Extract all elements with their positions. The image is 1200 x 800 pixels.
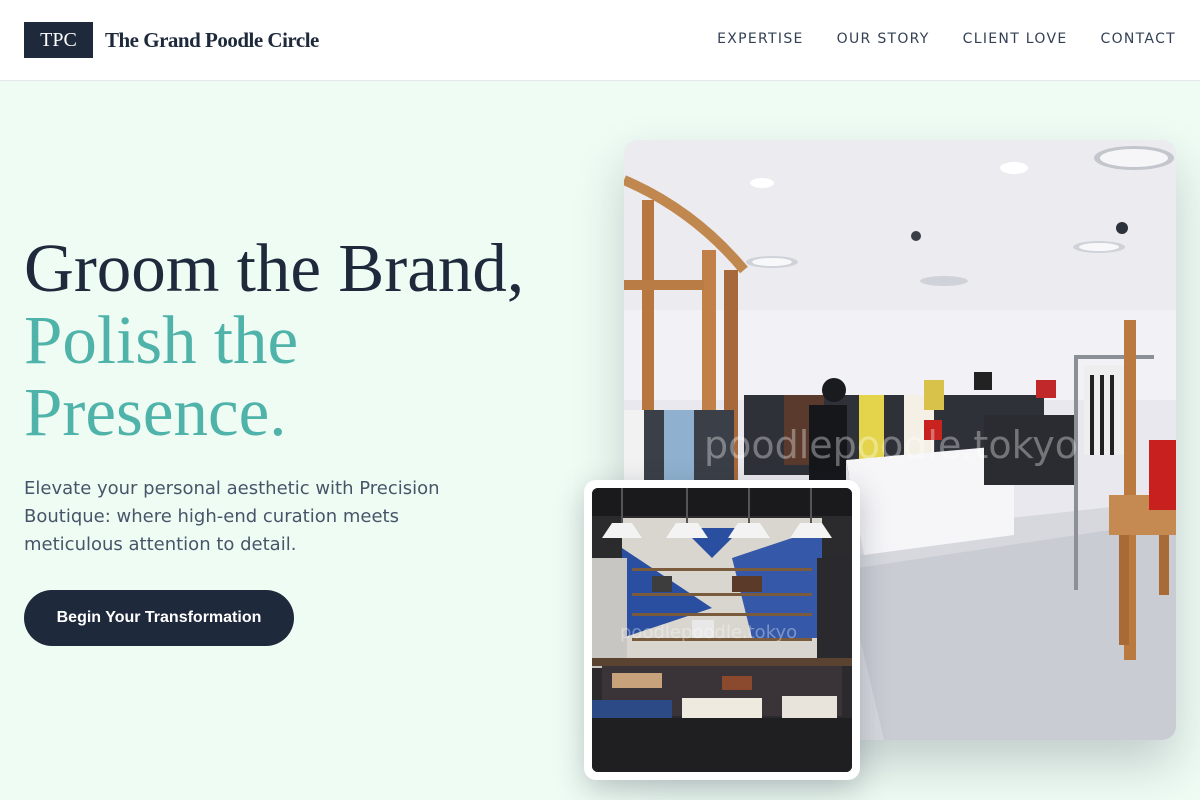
main-photo-watermark: poodlepoodle.tokyo <box>704 423 1078 467</box>
shelf-display-photo-frame: poodlepoodle.tokyo <box>584 480 860 780</box>
shelf-display-photo: poodlepoodle.tokyo <box>592 488 852 772</box>
hero-subtext: Elevate your personal aesthetic with Pre… <box>24 478 440 555</box>
nav-link-our-story[interactable]: OUR STORY <box>837 31 930 47</box>
headline-line-1: Groom the Brand, <box>24 230 525 306</box>
logo-badge[interactable]: TPC <box>24 22 93 58</box>
main-nav: EXPERTISE OUR STORY CLIENT LOVE CONTACT <box>717 31 1176 47</box>
nav-link-contact[interactable]: CONTACT <box>1101 31 1177 47</box>
nav-link-client-love[interactable]: CLIENT LOVE <box>963 31 1068 47</box>
begin-transformation-button[interactable]: Begin Your Transformation <box>24 590 294 646</box>
headline-line-2: Polish the <box>24 302 299 378</box>
inset-photo-watermark: poodlepoodle.tokyo <box>620 622 798 643</box>
nav-link-expertise[interactable]: EXPERTISE <box>717 31 804 47</box>
brand-name[interactable]: The Grand Poodle Circle <box>105 28 319 53</box>
hero-headline: Groom the Brand, Polish the Presence. <box>24 232 584 448</box>
headline-line-3: Presence. <box>24 374 287 450</box>
site-header: TPC The Grand Poodle Circle EXPERTISE OU… <box>0 0 1200 81</box>
